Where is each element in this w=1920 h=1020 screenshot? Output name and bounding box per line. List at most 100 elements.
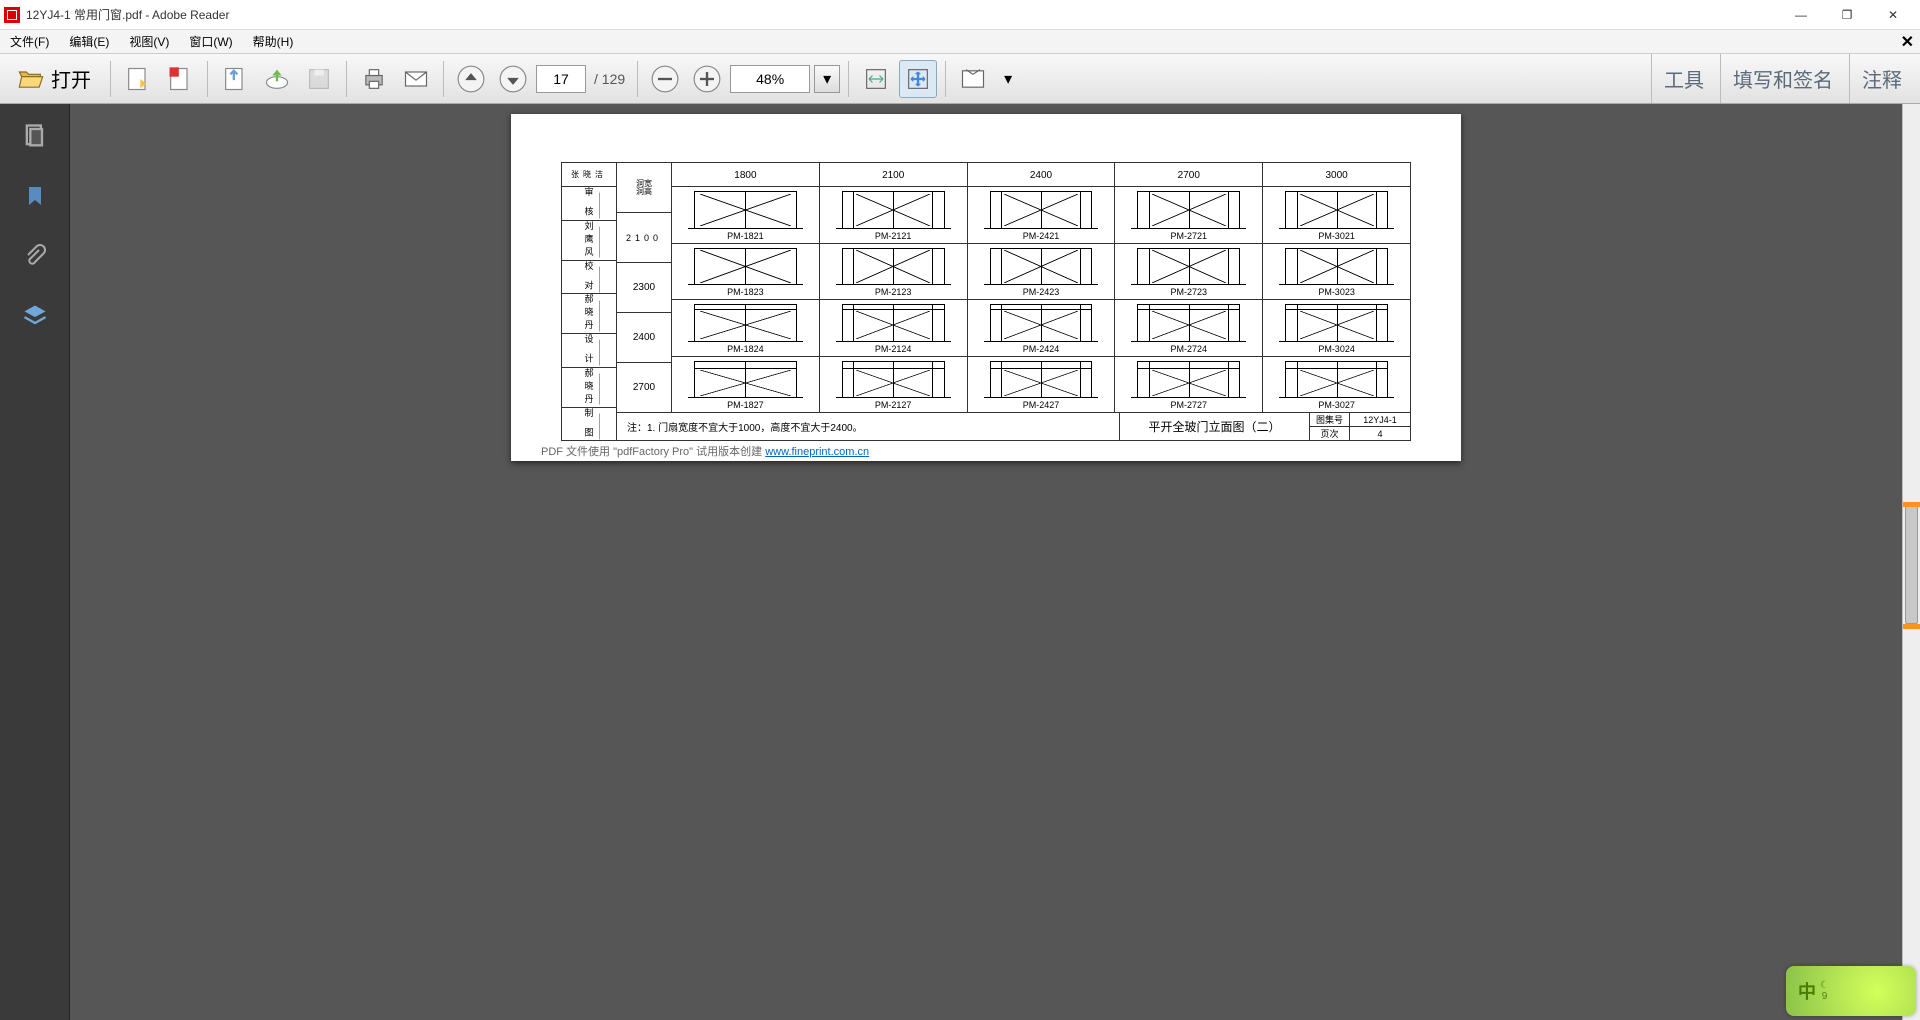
code-label: 图集号 <box>1310 413 1350 426</box>
door-code: PM-1824 <box>727 344 764 354</box>
page-number-input[interactable] <box>536 65 586 93</box>
save-button[interactable] <box>216 60 254 98</box>
row-headers: 洞宽 洞高 2100 2300 2400 2700 <box>617 163 672 412</box>
floppy-icon <box>305 65 333 93</box>
window-title: 12YJ4-1 常用门窗.pdf - Adobe Reader <box>26 6 229 23</box>
bookmark-icon <box>23 182 47 210</box>
column-header-row: 1800 2100 2400 2700 3000 <box>672 163 1410 187</box>
menu-help[interactable]: 帮助(H) <box>243 33 304 50</box>
document-close-button[interactable]: ✕ <box>1901 32 1914 52</box>
arrow-up-icon <box>457 65 485 93</box>
email-button[interactable] <box>397 60 435 98</box>
printer-icon <box>360 65 388 93</box>
menu-file[interactable]: 文件(F) <box>0 33 59 50</box>
pageno-value: 4 <box>1350 427 1410 440</box>
arrow-down-icon <box>499 65 527 93</box>
moon-icon: ☾ <box>1820 980 1829 991</box>
fit-page-icon <box>904 65 932 93</box>
fit-page-button[interactable] <box>899 60 937 98</box>
drawing-note: 注：1. 门扇宽度不宜大于1000，高度不宜大于2400。 <box>617 413 1120 440</box>
door-code: PM-2421 <box>1023 231 1060 241</box>
layers-button[interactable] <box>17 298 53 334</box>
menu-window[interactable]: 窗口(W) <box>179 33 242 50</box>
col-header: 2700 <box>1115 163 1263 186</box>
door-code: PM-2121 <box>875 231 912 241</box>
menu-bar: 文件(F) 编辑(E) 视图(V) 窗口(W) 帮助(H) ✕ <box>0 30 1920 54</box>
door-code: PM-2424 <box>1023 344 1060 354</box>
door-code: PM-2427 <box>1023 400 1060 410</box>
door-code: PM-2721 <box>1171 231 1208 241</box>
close-button[interactable]: ✕ <box>1870 0 1916 30</box>
zoom-level[interactable]: 48% <box>730 65 810 93</box>
door-code: PM-2727 <box>1171 400 1208 410</box>
upload-button[interactable] <box>258 60 296 98</box>
door-code: PM-3024 <box>1318 344 1355 354</box>
col-header: 2400 <box>968 163 1116 186</box>
scrollbar-thumb[interactable] <box>1905 504 1918 624</box>
footer-text: PDF 文件使用 "pdfFactory Pro" 试用版本创建 <box>541 446 765 458</box>
row-header: 2300 <box>633 282 655 293</box>
door-code: PM-2724 <box>1171 344 1208 354</box>
door-code: PM-1821 <box>727 231 764 241</box>
menu-view[interactable]: 视图(V) <box>119 33 179 50</box>
comment-button[interactable]: 注释 <box>1849 54 1914 103</box>
fit-width-button[interactable] <box>857 60 895 98</box>
layers-icon <box>21 302 49 330</box>
save-disk-button[interactable] <box>300 60 338 98</box>
next-page-button[interactable] <box>494 60 532 98</box>
drawing-frame: 张晓洁 审 核 刘鹰风 校 对 郝晓丹 设 计 郝晓丹 制 图 洞宽 洞高 21… <box>561 162 1411 441</box>
menu-edit[interactable]: 编辑(E) <box>59 33 119 50</box>
export-pdf-button[interactable] <box>119 60 157 98</box>
save-icon <box>221 65 249 93</box>
zoom-dropdown[interactable]: ▾ <box>814 65 840 93</box>
vertical-scrollbar[interactable] <box>1902 104 1920 1020</box>
document-viewport[interactable]: 张晓洁 审 核 刘鹰风 校 对 郝晓丹 设 计 郝晓丹 制 图 洞宽 洞高 21… <box>70 104 1902 1020</box>
create-pdf-button[interactable] <box>161 60 199 98</box>
door-code: PM-1823 <box>727 287 764 297</box>
tools-panel-button[interactable]: 工具 <box>1651 54 1716 103</box>
read-mode-button[interactable] <box>954 60 992 98</box>
minimize-button[interactable]: — <box>1778 0 1824 30</box>
page-total: / 129 <box>590 71 629 87</box>
door-code: PM-2123 <box>875 287 912 297</box>
zoom-in-button[interactable] <box>688 60 726 98</box>
open-button[interactable]: 打开 <box>6 60 102 98</box>
col-header: 1800 <box>672 163 820 186</box>
row-header: 2100 <box>626 233 662 243</box>
scroll-indicator <box>1903 624 1920 629</box>
fill-sign-button[interactable]: 填写和签名 <box>1720 54 1845 103</box>
print-button[interactable] <box>355 60 393 98</box>
title-bar: 12YJ4-1 常用门窗.pdf - Adobe Reader — ❐ ✕ <box>0 0 1920 30</box>
paperclip-icon <box>23 242 47 270</box>
more-tools-button[interactable]: ▾ <box>996 60 1020 98</box>
attachments-button[interactable] <box>17 238 53 274</box>
door-code: PM-3027 <box>1318 400 1355 410</box>
thumbnails-button[interactable] <box>17 118 53 154</box>
folder-open-icon <box>17 65 45 93</box>
door-code: PM-3023 <box>1318 287 1355 297</box>
main-area: 张晓洁 审 核 刘鹰风 校 对 郝晓丹 设 计 郝晓丹 制 图 洞宽 洞高 21… <box>0 104 1920 1020</box>
title-block: 平开全玻门立面图（二） 图集号12YJ4-1 页次4 <box>1120 413 1410 440</box>
ime-widget[interactable]: 中 ☾ 9 <box>1786 966 1916 1016</box>
drawing-title: 平开全玻门立面图（二） <box>1120 413 1310 440</box>
navigation-sidebar <box>0 104 70 1020</box>
door-code: PM-2124 <box>875 344 912 354</box>
zoom-out-button[interactable] <box>646 60 684 98</box>
pdf-icon <box>4 7 20 23</box>
plus-icon <box>693 65 721 93</box>
corner-header: 洞宽 洞高 <box>617 163 671 213</box>
fit-width-icon <box>862 65 890 93</box>
col-header: 3000 <box>1263 163 1410 186</box>
pdf-page: 张晓洁 审 核 刘鹰风 校 对 郝晓丹 设 计 郝晓丹 制 图 洞宽 洞高 21… <box>511 114 1461 461</box>
door-code: PM-2423 <box>1023 287 1060 297</box>
read-mode-icon <box>959 65 987 93</box>
export-pdf-icon <box>124 65 152 93</box>
create-pdf-icon <box>166 65 194 93</box>
pdf-factory-footer: PDF 文件使用 "pdfFactory Pro" 试用版本创建 www.fin… <box>541 443 869 459</box>
prev-page-button[interactable] <box>452 60 490 98</box>
footer-link[interactable]: www.fineprint.com.cn <box>765 446 869 458</box>
bookmarks-button[interactable] <box>17 178 53 214</box>
row-header: 2400 <box>633 332 655 343</box>
open-label: 打开 <box>51 64 91 93</box>
maximize-button[interactable]: ❐ <box>1824 0 1870 30</box>
